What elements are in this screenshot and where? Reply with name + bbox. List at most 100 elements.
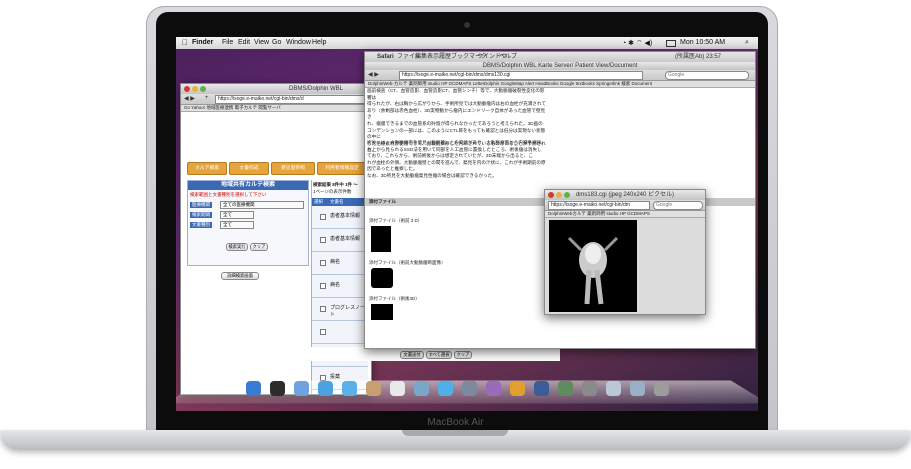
ct-thumbnail-3d[interactable] [371,226,391,252]
wifi-icon[interactable]: ◔ ✱ ⌔ ◀) [622,39,652,48]
mail-icon[interactable] [294,381,309,396]
list-item[interactable]: 病名 [312,275,368,298]
camera-icon [464,22,470,28]
window-title: dms183.cgi (jpeg 240x240 ピクセル) [575,192,675,198]
period-select[interactable]: 全て [220,211,254,219]
url-field[interactable]: https://isoge.e-maiko.net/cgi-bin/dms/d [215,95,369,104]
field-label-period: 検索期間 [190,212,212,218]
attachment-link-1[interactable]: 添付ファイル（術前 3 D） [369,218,422,224]
preview-icon[interactable] [414,381,429,396]
spotlight-icon[interactable]: ⌕ [745,39,749,47]
safari-icon[interactable] [318,381,333,396]
search-field[interactable]: Google [653,201,703,210]
downloads-icon[interactable] [630,381,645,396]
tab-document-create[interactable]: 文書作成 [229,162,269,175]
window-titlebar: DBMS/Dolphin WBL Karte Server/ Patient V… [365,62,755,70]
apple-menu-icon[interactable]:  [182,38,188,47]
battery-icon[interactable] [666,40,676,47]
browser-toolbar: https://isoge.e-maiko.net/cgi-bin/dm Goo… [545,200,705,211]
spaces-icon[interactable] [534,381,549,396]
menu-clock[interactable]: Mon 10:50 AM [680,39,725,46]
facility-select[interactable]: 全ての医療機関 [220,201,304,209]
back-forward-icon[interactable]: ◀ ▶ [368,71,379,78]
desktop:  Finder File Edit View Go Window Help ◔… [176,37,758,411]
zoom-window-icon[interactable] [200,86,206,92]
menu-app-finder[interactable]: Finder [192,39,213,46]
col-docname: 文書名 [330,199,344,204]
imovie-icon[interactable] [486,381,501,396]
ical-icon[interactable] [390,381,405,396]
menu-file[interactable]: File [222,39,233,46]
safari-menu-view[interactable]: 表示 [427,52,439,62]
list-item[interactable]: 患者基本情報 [312,206,368,229]
attachment-link-3[interactable]: 添付ファイル（術後3D） [369,296,420,302]
menu-window[interactable]: Window [286,39,311,46]
search-field[interactable]: Google [665,71,749,80]
close-window-icon[interactable] [184,86,190,92]
tab-user-settings[interactable]: 利用者情報設定 [317,162,367,175]
ct-thumbnail-postop[interactable] [371,304,393,320]
finder-icon[interactable] [246,381,261,396]
window-titlebar: dms183.cgi (jpeg 240x240 ピクセル) [545,190,705,200]
row-label: 患者基本情報 [330,236,361,242]
documents-icon[interactable] [606,381,621,396]
window-title: DBMS/Dolphin WBL [288,86,344,92]
minimize-window-icon[interactable] [556,192,562,198]
dashboard-icon[interactable] [270,381,285,396]
clear-button[interactable]: クリア [250,243,268,251]
search-button[interactable]: 検索実行 [226,243,248,251]
select-all-button[interactable]: すべて選択 [426,351,452,359]
ichat-icon[interactable] [342,381,357,396]
row-checkbox[interactable] [320,329,326,335]
list-item[interactable]: プログレスノート [312,298,368,321]
row-checkbox[interactable] [320,237,326,243]
safari-menu-edit[interactable]: 編集 [415,52,427,62]
doctype-select[interactable]: 全て [220,221,254,229]
list-item[interactable]: 病名 [312,252,368,275]
garageband-icon[interactable] [510,381,525,396]
url-field[interactable]: https://isoge.e-maiko.net/cgi-bin/dms/dm… [399,71,643,80]
row-checkbox[interactable] [320,260,326,266]
row-label: 患者基本情報 [330,213,361,219]
image-window: dms183.cgi (jpeg 240x240 ピクセル) https://i… [544,189,706,315]
attachment-link-2[interactable]: 添付ファイル（術前大動脈瘤断面像） [369,260,446,266]
sysprefs-icon[interactable] [582,381,597,396]
tab-karte-search[interactable]: カルテ検索 [187,162,227,175]
url-field[interactable]: https://isoge.e-maiko.net/cgi-bin/dm [548,201,650,210]
trash-icon[interactable] [654,381,669,396]
row-label: 病名 [330,282,341,288]
device-brand: MacBook Air [427,417,484,428]
minimize-window-icon[interactable] [192,86,198,92]
timemachine-icon[interactable] [558,381,573,396]
menu-edit[interactable]: Edit [238,39,250,46]
itunes-icon[interactable] [438,381,453,396]
safari-menu-safari[interactable]: Safari [377,52,394,62]
menu-help[interactable]: Help [312,39,326,46]
row-label: 投薬 [330,374,341,380]
row-checkbox[interactable] [320,214,326,220]
ct-aorta-image[interactable] [549,220,637,312]
tab-visit-history[interactable]: 受診歴参照 [271,162,315,175]
menu-bar:  Finder File Edit View Go Window Help ◔… [176,37,758,49]
photo-icon[interactable] [462,381,477,396]
list-item[interactable]: 患者基本情報 [312,229,368,252]
addressbook-icon[interactable] [366,381,381,396]
menu-go[interactable]: Go [272,39,281,46]
safari-menu-history[interactable]: 履歴 [439,52,451,62]
row-checkbox[interactable] [320,283,326,289]
back-icon[interactable]: ◀ ▶ [184,95,195,102]
window-title: DBMS/Dolphin WBL Karte Server/ Patient V… [482,63,638,69]
row-checkbox[interactable] [320,306,326,312]
add-bookmark-icon[interactable]: + [205,95,209,101]
menu-view[interactable]: View [254,39,269,46]
zoom-window-icon[interactable] [564,192,570,198]
close-window-icon[interactable] [548,192,554,198]
detail-search-button[interactable]: 詳細検索画面 [221,272,259,280]
safari-menu-help[interactable]: ヘルプ [499,52,517,62]
ct-thumbnail-section[interactable] [371,268,393,288]
lid-notch [402,430,508,436]
list-item[interactable] [312,321,368,344]
list-clear-button[interactable]: クリア [454,351,472,359]
list-footer: 文書送付 すべて選択 クリア [310,347,560,361]
send-document-button[interactable]: 文書送付 [400,351,424,359]
